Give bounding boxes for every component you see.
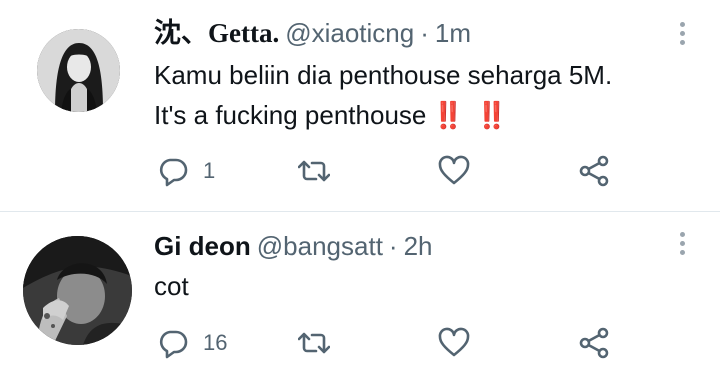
tweet-text: cot xyxy=(154,266,189,306)
timestamp[interactable]: 2h xyxy=(404,231,433,261)
more-options-icon[interactable] xyxy=(678,232,686,259)
tweet-actions: 1 xyxy=(157,153,627,189)
like-button[interactable] xyxy=(438,325,470,361)
reply-icon xyxy=(159,158,188,187)
double-exclamation-emoji: ‼️ xyxy=(475,100,508,130)
avatar[interactable] xyxy=(23,236,132,345)
separator-dot: · xyxy=(420,18,429,48)
tweet-text-line: cot xyxy=(154,271,189,301)
tweet-header: 沈、Getta. @xiaoticng · 1m xyxy=(154,17,471,49)
tweet-text-line: Kamu beliin dia penthouse seharga 5M. xyxy=(154,60,613,90)
woman-portrait-avatar xyxy=(37,29,120,112)
tweet-text-line: It's a fucking penthouse ‼️ ‼️ xyxy=(154,95,612,135)
display-name[interactable]: 沈、Getta. xyxy=(154,18,279,48)
reply-count: 16 xyxy=(203,330,228,355)
tweet-actions: 16 xyxy=(157,325,627,361)
share-icon xyxy=(579,155,609,187)
reply-button[interactable]: 16 xyxy=(157,325,227,361)
tweet-text: Kamu beliin dia penthouse seharga 5M. It… xyxy=(154,55,612,135)
heart-icon xyxy=(438,327,470,357)
display-name[interactable]: Gi deon xyxy=(154,231,251,261)
separator-dot: · xyxy=(388,231,398,261)
retweet-button[interactable] xyxy=(298,153,330,189)
tweet[interactable]: Gi deon @bangsatt · 2h cot 16 xyxy=(0,212,720,384)
share-icon xyxy=(579,327,609,359)
retweet-icon xyxy=(298,332,330,354)
reply-icon xyxy=(159,330,188,359)
retweet-button[interactable] xyxy=(298,325,330,361)
timestamp[interactable]: 1m xyxy=(435,18,471,48)
reply-count: 1 xyxy=(203,158,216,183)
more-options-icon[interactable] xyxy=(678,22,686,49)
user-handle[interactable]: @xiaoticng xyxy=(285,18,414,48)
like-button[interactable] xyxy=(438,153,470,189)
share-button[interactable] xyxy=(578,325,610,361)
share-button[interactable] xyxy=(578,153,610,189)
user-handle[interactable]: @bangsatt xyxy=(257,231,383,261)
avatar[interactable] xyxy=(37,29,120,112)
tweet[interactable]: 沈、Getta. @xiaoticng · 1m Kamu beliin dia pe… xyxy=(0,0,720,212)
double-exclamation-emoji: ‼️ xyxy=(432,100,464,130)
reply-button[interactable]: 1 xyxy=(157,153,215,189)
retweet-icon xyxy=(298,160,330,182)
tweet-header: Gi deon @bangsatt · 2h xyxy=(154,230,433,262)
heart-icon xyxy=(438,155,470,185)
man-portrait-avatar xyxy=(23,236,132,345)
tweet-text-fragment: It's a fucking penthouse xyxy=(154,100,427,130)
